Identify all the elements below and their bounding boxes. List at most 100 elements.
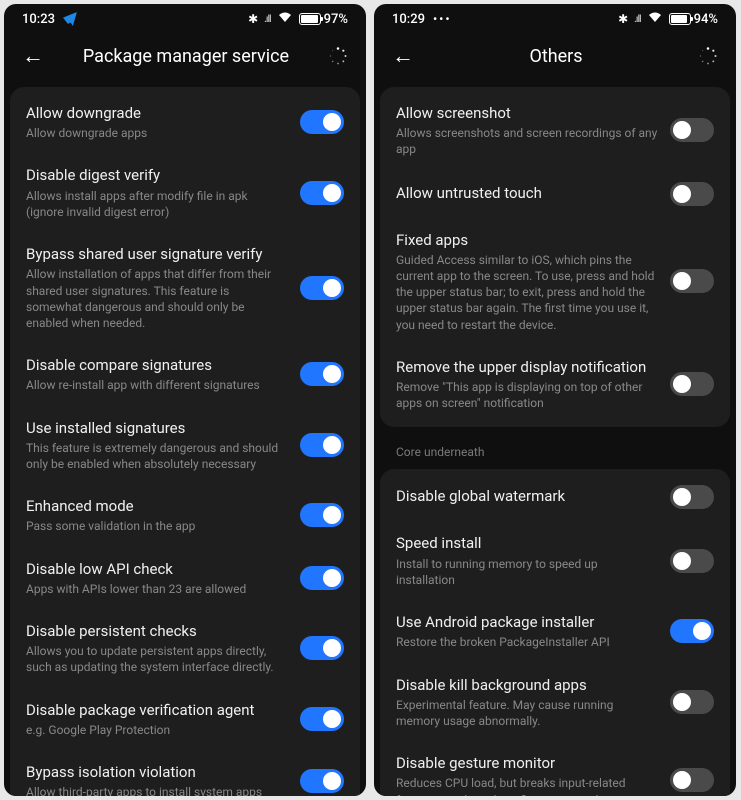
setting-title: Disable gesture monitor	[396, 753, 658, 773]
setting-description: Allows screenshots and screen recordings…	[396, 125, 658, 157]
toggle-switch[interactable]	[300, 362, 344, 386]
back-arrow-icon[interactable]: ←	[22, 43, 44, 69]
toggle-switch[interactable]	[300, 566, 344, 590]
wifi-icon	[647, 11, 663, 27]
signal-icon: .ıll	[634, 14, 641, 25]
settings-content: Allow downgradeAllow downgrade appsDisab…	[4, 87, 366, 796]
setting-title: Speed install	[396, 533, 658, 553]
setting-item[interactable]: Disable kill background appsExperimental…	[380, 663, 730, 742]
setting-title: Allow untrusted touch	[396, 183, 658, 203]
phone-right: 10:29 ••• ✱ .ıll 94% ← Others Allow scre…	[374, 4, 736, 796]
setting-description: Allows install apps after modify file in…	[26, 188, 288, 220]
setting-description: Remove "This app is displaying on top of…	[396, 379, 658, 411]
bluetooth-icon: ✱	[618, 12, 628, 26]
setting-title: Disable compare signatures	[26, 355, 288, 375]
battery-percent: 94%	[694, 12, 718, 27]
setting-description: Guided Access similar to iOS, which pins…	[396, 252, 658, 333]
battery-percent: 97%	[324, 12, 348, 27]
toggle-switch[interactable]	[670, 118, 714, 142]
loading-spinner-icon	[698, 46, 718, 66]
toggle-switch[interactable]	[300, 503, 344, 527]
setting-item[interactable]: Enhanced mode Pass some validation in the…	[10, 484, 360, 546]
setting-item[interactable]: Use installed signaturesThis feature is …	[10, 406, 360, 485]
setting-title: Allow screenshot	[396, 103, 658, 123]
settings-content: Allow screenshotAllows screenshots and s…	[374, 87, 736, 796]
bluetooth-icon: ✱	[248, 12, 258, 26]
toggle-switch[interactable]	[670, 619, 714, 643]
wifi-icon	[277, 11, 293, 27]
status-time: 10:29	[392, 12, 425, 27]
toggle-switch[interactable]	[670, 269, 714, 293]
setting-description: Restore the broken PackageInstaller API	[396, 634, 658, 650]
toggle-switch[interactable]	[300, 769, 344, 793]
setting-description: Reduces CPU load, but breaks input-relat…	[396, 775, 658, 796]
toggle-switch[interactable]	[670, 372, 714, 396]
toggle-switch[interactable]	[300, 110, 344, 134]
setting-description: Install to running memory to speed up in…	[396, 556, 658, 588]
setting-item[interactable]: Disable gesture monitorReduces CPU load,…	[380, 741, 730, 796]
toggle-switch[interactable]	[670, 182, 714, 206]
signal-icon: .ıll	[264, 14, 271, 25]
setting-description: Allow downgrade apps	[26, 125, 288, 141]
page-header: ← Others	[374, 31, 736, 87]
setting-item[interactable]: Disable compare signatures Allow re-insta…	[10, 343, 360, 405]
setting-title: Disable kill background apps	[396, 675, 658, 695]
toggle-switch[interactable]	[300, 707, 344, 731]
setting-title: Remove the upper display notification	[396, 357, 658, 377]
battery-icon	[669, 13, 691, 25]
page-header: ← Package manager service	[4, 31, 366, 87]
toggle-switch[interactable]	[670, 549, 714, 573]
setting-title: Disable package verification agent	[26, 700, 288, 720]
phone-left: 10:23 ✱ .ıll 97% ← Package manager servi…	[4, 4, 366, 796]
setting-description: Apps with APIs lower than 23 are allowed	[26, 581, 288, 597]
setting-title: Bypass isolation violation	[26, 762, 288, 782]
setting-title: Bypass shared user signature verify	[26, 244, 288, 264]
battery-icon	[299, 13, 321, 25]
setting-title: Disable persistent checks	[26, 621, 288, 641]
page-title: Others	[414, 46, 698, 67]
setting-item[interactable]: Disable persistent checksAllows you to u…	[10, 609, 360, 688]
setting-item[interactable]: Fixed appsGuided Access similar to iOS, …	[380, 218, 730, 345]
setting-description: Experimental feature. May cause running …	[396, 697, 658, 729]
page-title: Package manager service	[44, 46, 328, 67]
setting-description: Pass some validation in the app	[26, 518, 288, 534]
setting-title: Use Android package installer	[396, 612, 658, 632]
setting-description: Allows you to update persistent apps dir…	[26, 643, 288, 675]
telegram-icon	[63, 12, 77, 26]
setting-item[interactable]: Disable digest verify Allows install apps…	[10, 153, 360, 232]
section-label: Core underneath	[380, 437, 730, 469]
status-bar: 10:23 ✱ .ıll 97%	[4, 4, 366, 31]
toggle-switch[interactable]	[300, 181, 344, 205]
toggle-switch[interactable]	[670, 768, 714, 792]
setting-title: Disable digest verify	[26, 165, 288, 185]
toggle-switch[interactable]	[670, 690, 714, 714]
setting-title: Fixed apps	[396, 230, 658, 250]
toggle-switch[interactable]	[670, 485, 714, 509]
toggle-switch[interactable]	[300, 636, 344, 660]
status-bar: 10:29 ••• ✱ .ıll 94%	[374, 4, 736, 31]
back-arrow-icon[interactable]: ←	[392, 43, 414, 69]
setting-title: Enhanced mode	[26, 496, 288, 516]
setting-description: This feature is extremely dangerous and …	[26, 440, 288, 472]
setting-description: Allow installation of apps that differ f…	[26, 266, 288, 331]
status-time: 10:23	[22, 12, 55, 27]
setting-item[interactable]: Bypass isolation violation Allow third-pa…	[10, 750, 360, 796]
setting-title: Use installed signatures	[26, 418, 288, 438]
setting-description: Allow third-party apps to install system…	[26, 784, 288, 796]
toggle-switch[interactable]	[300, 433, 344, 457]
setting-item[interactable]: Disable low API checkApps with APIs lowe…	[10, 547, 360, 609]
setting-description: Allow re-install app with different sign…	[26, 377, 288, 393]
setting-item[interactable]: Use Android package installer Restore the…	[380, 600, 730, 662]
more-notifications-icon: •••	[433, 12, 452, 26]
setting-item[interactable]: Disable package verification agent e.g. G…	[10, 688, 360, 750]
setting-item[interactable]: Remove the upper display notificationRem…	[380, 345, 730, 424]
setting-item[interactable]: Speed install Install to running memory t…	[380, 521, 730, 600]
setting-item[interactable]: Bypass shared user signature verifyAllow…	[10, 232, 360, 343]
setting-item[interactable]: Allow downgradeAllow downgrade apps	[10, 91, 360, 153]
loading-spinner-icon	[328, 46, 348, 66]
setting-description: e.g. Google Play Protection	[26, 722, 288, 738]
setting-item[interactable]: Allow screenshotAllows screenshots and s…	[380, 91, 730, 170]
setting-item[interactable]: Allow untrusted touch	[380, 170, 730, 218]
setting-item[interactable]: Disable global watermark	[380, 473, 730, 521]
toggle-switch[interactable]	[300, 276, 344, 300]
